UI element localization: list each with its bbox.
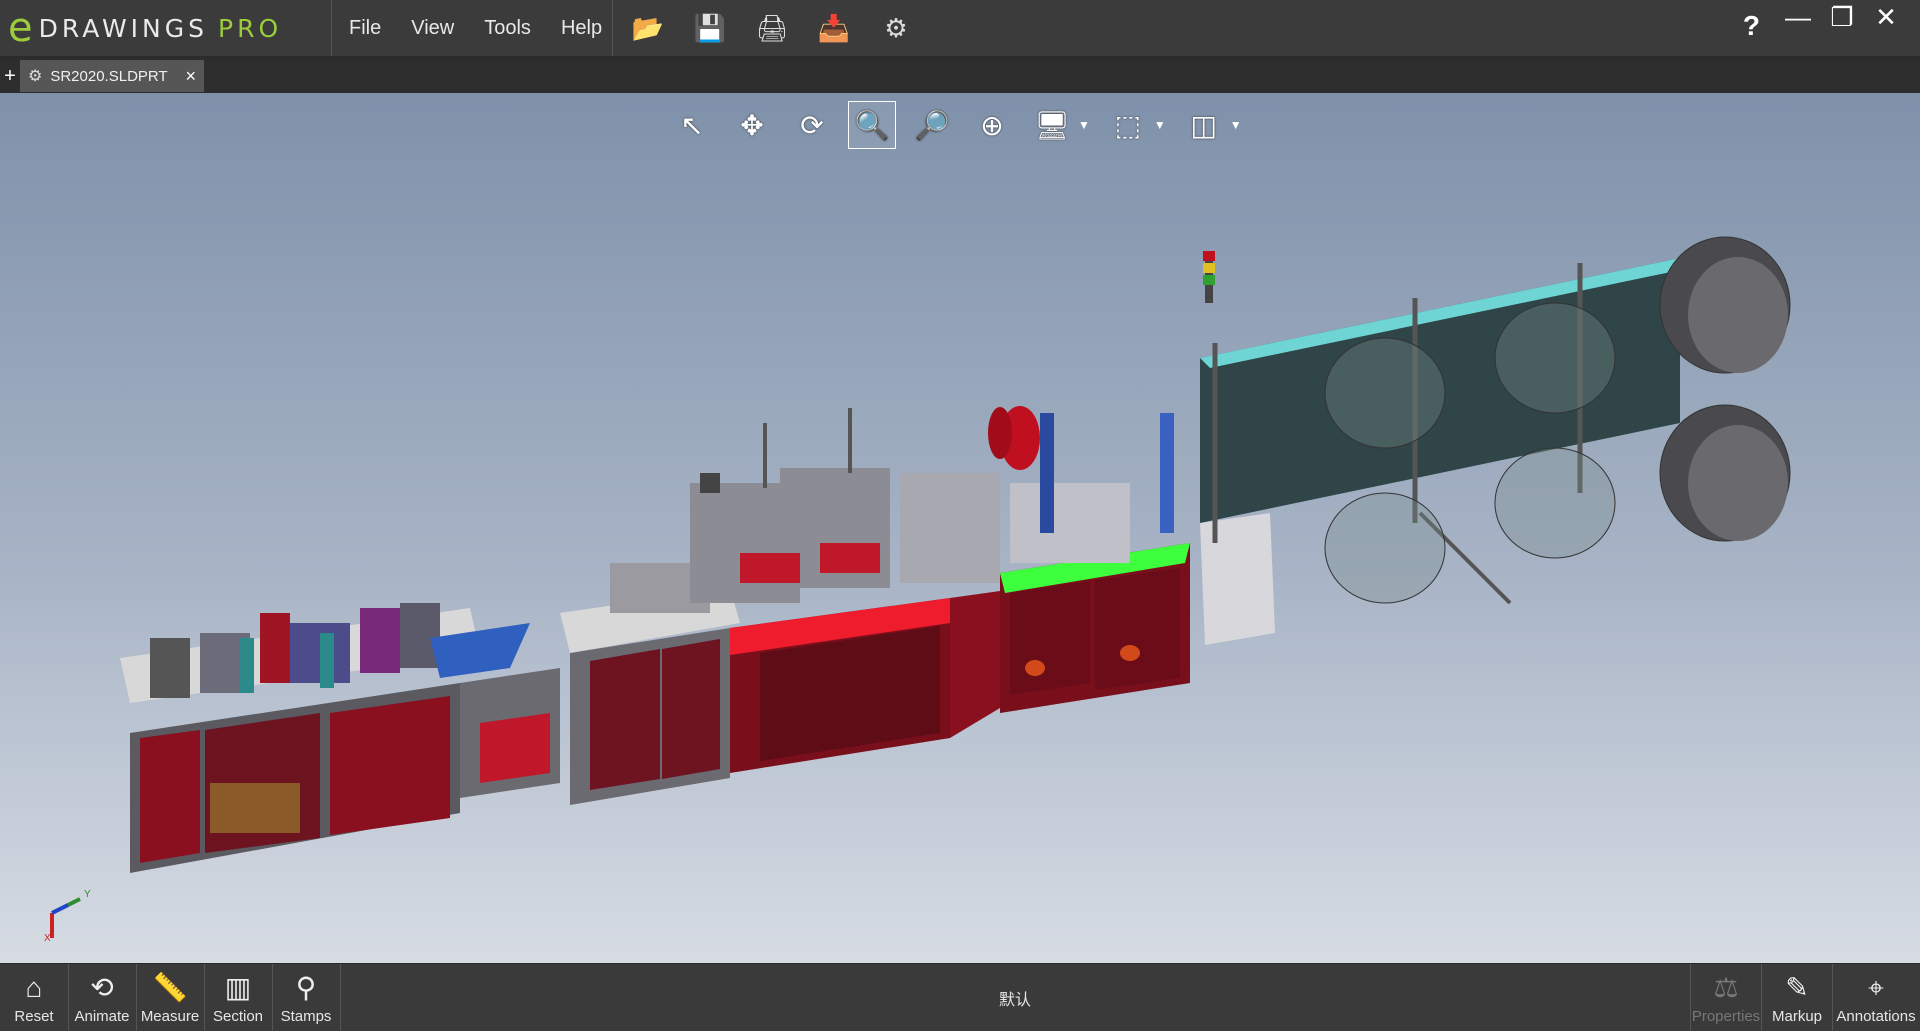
- zoom-to-fit-icon: ⊕: [980, 109, 1004, 141]
- axis-triad-icon: Y X: [44, 889, 91, 943]
- rotate-icon: ⟳: [800, 109, 824, 141]
- minimize-button[interactable]: —: [1776, 2, 1820, 33]
- logo-pro: PRO: [218, 13, 283, 43]
- section-button[interactable]: ▥ Section: [204, 964, 273, 1031]
- select-button[interactable]: ↖: [668, 101, 716, 149]
- annotations-icon: ⌖: [1868, 972, 1884, 1003]
- logo-text: DRAWINGS: [38, 13, 208, 43]
- view-orientation-dropdown-icon[interactable]: ▼: [1154, 118, 1166, 132]
- view-orientation-icon: ⬚: [1114, 109, 1142, 141]
- view-toolbar: ↖ ✥ ⟳ 🔍 🔎 ⊕ 🖥 ▼ ⬚ ▼ ◫ ▼: [668, 101, 1256, 149]
- machine-model[interactable]: [0, 93, 1920, 963]
- document-tab[interactable]: ⚙ SR2020.SLDPRT ×: [20, 60, 204, 92]
- properties-icon: ⚖: [1713, 972, 1739, 1003]
- standard-views-button[interactable]: ◫: [1180, 101, 1228, 149]
- save-button[interactable]: 💾: [686, 8, 734, 48]
- restore-button[interactable]: ❐: [1820, 2, 1864, 33]
- print-button[interactable]: 🖨: [748, 8, 796, 48]
- zoom-to-area-button[interactable]: 🔎: [908, 101, 956, 149]
- quick-access-toolbar: 📂 💾 🖨 📥 ⚙: [624, 8, 934, 48]
- publish-button[interactable]: 📥: [810, 8, 858, 48]
- zoom-button[interactable]: 🔍: [848, 101, 896, 149]
- select-icon: ↖: [680, 109, 704, 141]
- bottom-toolbar: ⌂ Reset ⟲ Animate 📏 Measure ▥ Section ⚲ …: [0, 963, 1920, 1031]
- divider: [612, 0, 613, 56]
- stamps-icon: ⚲: [295, 972, 317, 1003]
- 3d-viewport[interactable]: ↖ ✥ ⟳ 🔍 🔎 ⊕ 🖥 ▼ ⬚ ▼ ◫ ▼ Y X: [0, 93, 1920, 963]
- section-label: Section: [212, 1008, 264, 1025]
- markup-button[interactable]: ✎ Markup: [1762, 964, 1833, 1031]
- open-icon: 📂: [631, 12, 665, 43]
- measure-label: Measure: [140, 1008, 200, 1025]
- title-bar: e DRAWINGS PRO File View Tools Help 📂 💾 …: [0, 0, 1920, 57]
- print-icon: 🖨: [755, 12, 789, 43]
- annotations-label: Annotations: [1836, 1008, 1916, 1025]
- app-logo: e DRAWINGS PRO: [8, 6, 282, 50]
- document-tab-label: SR2020.SLDPRT: [50, 67, 168, 85]
- zoom-icon: 🔍: [854, 109, 890, 141]
- menu-file[interactable]: File: [334, 17, 396, 40]
- stamps-button[interactable]: ⚲ Stamps: [272, 964, 341, 1031]
- section-icon: ▥: [224, 972, 252, 1003]
- display-style-dropdown-icon[interactable]: ▼: [1078, 118, 1090, 132]
- measure-button[interactable]: 📏 Measure: [136, 964, 205, 1031]
- publish-icon: 📥: [817, 12, 851, 43]
- document-tab-bar: + ⚙ SR2020.SLDPRT ×: [0, 57, 1920, 93]
- pan-button[interactable]: ✥: [728, 101, 776, 149]
- display-style-icon: 🖥: [1034, 109, 1070, 141]
- reset-label: Reset: [14, 1008, 54, 1025]
- standard-views-icon: ◫: [1190, 109, 1218, 141]
- annotations-button[interactable]: ⌖ Annotations: [1834, 964, 1918, 1031]
- stamps-label: Stamps: [280, 1008, 332, 1025]
- animate-icon: ⟲: [90, 972, 114, 1003]
- reset-button[interactable]: ⌂ Reset: [0, 964, 69, 1031]
- zoom-to-fit-button[interactable]: ⊕: [968, 101, 1016, 149]
- measure-icon: 📏: [152, 972, 188, 1003]
- rotate-button[interactable]: ⟳: [788, 101, 836, 149]
- properties-label: Properties: [1691, 1008, 1761, 1025]
- animate-label: Animate: [74, 1008, 130, 1025]
- menu-bar: File View Tools Help: [334, 0, 617, 56]
- configuration-name[interactable]: 默认: [980, 986, 1050, 1010]
- standard-views-dropdown-icon[interactable]: ▼: [1230, 118, 1242, 132]
- new-tab-button[interactable]: +: [2, 65, 18, 88]
- properties-button[interactable]: ⚖ Properties: [1690, 964, 1762, 1031]
- open-button[interactable]: 📂: [624, 8, 672, 48]
- close-button[interactable]: ✕: [1864, 2, 1908, 33]
- view-orientation-button[interactable]: ⬚: [1104, 101, 1152, 149]
- close-tab-button[interactable]: ×: [185, 66, 196, 87]
- triad-y-label: Y: [84, 889, 91, 900]
- menu-tools[interactable]: Tools: [469, 17, 546, 40]
- settings-icon: ⚙: [884, 12, 908, 43]
- part-file-icon: ⚙: [28, 68, 43, 85]
- triad-x-label: X: [44, 933, 51, 943]
- window-controls: — ❐ ✕: [1776, 2, 1908, 33]
- settings-button[interactable]: ⚙: [872, 8, 920, 48]
- pan-icon: ✥: [740, 109, 764, 141]
- home-icon: ⌂: [25, 972, 43, 1003]
- zoom-to-area-icon: 🔎: [914, 109, 950, 141]
- display-style-button[interactable]: 🖥: [1028, 101, 1076, 149]
- menu-help[interactable]: Help: [546, 17, 617, 40]
- divider: [331, 0, 332, 56]
- markup-icon: ✎: [1785, 972, 1809, 1003]
- save-icon: 💾: [693, 12, 727, 43]
- markup-label: Markup: [1771, 1008, 1823, 1025]
- edrawings-logo-icon: e: [8, 5, 33, 51]
- menu-view[interactable]: View: [396, 17, 469, 40]
- help-button[interactable]: ?: [1743, 10, 1760, 42]
- animate-button[interactable]: ⟲ Animate: [68, 964, 137, 1031]
